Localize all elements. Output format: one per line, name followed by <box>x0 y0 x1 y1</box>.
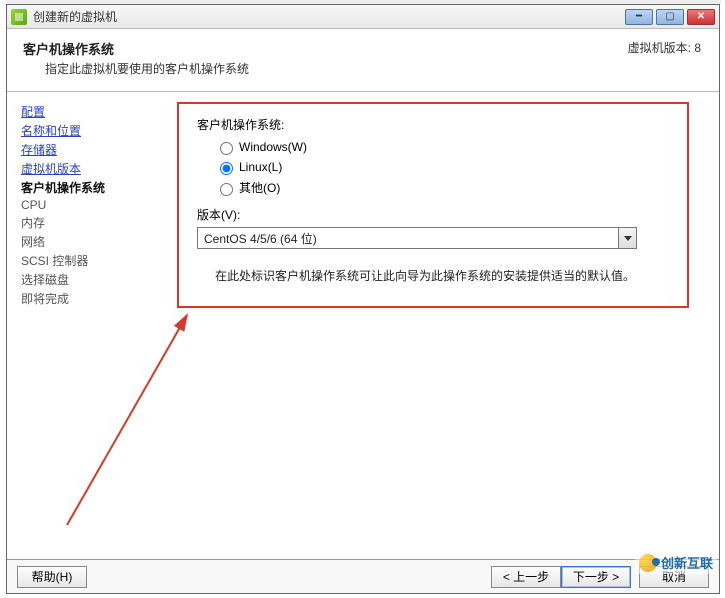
hint-text: 在此处标识客户机操作系统可让此向导为此操作系统的安装提供适当的默认值。 <box>197 267 669 284</box>
wizard-header: 客户机操作系统 指定此虚拟机要使用的客户机操作系统 虚拟机版本: 8 <box>7 29 719 85</box>
sidebar-item-guest-os: 客户机操作系统 <box>21 178 161 197</box>
back-button[interactable]: < 上一步 <box>491 566 561 588</box>
radio-windows-label: Windows(W) <box>239 140 307 154</box>
radio-linux-input[interactable] <box>220 162 233 175</box>
sidebar-item-name-location[interactable]: 名称和位置 <box>21 121 161 140</box>
chevron-down-icon[interactable] <box>618 228 636 248</box>
watermark-icon <box>639 554 657 572</box>
sidebar-item-vm-version[interactable]: 虚拟机版本 <box>21 159 161 178</box>
titlebar: 创建新的虚拟机 ━ ▢ ✕ <box>7 5 719 29</box>
sidebar-item-memory: 内存 <box>21 213 161 232</box>
wizard-main-pane: 客户机操作系统: Windows(W) Linux(L) 其他(O) 版本(V)… <box>167 92 719 552</box>
watermark-text: 创新互联 <box>661 553 713 572</box>
page-title: 客户机操作系统 <box>23 39 703 58</box>
vm-version-label: 虚拟机版本: 8 <box>628 39 701 56</box>
sidebar-item-scsi: SCSI 控制器 <box>21 251 161 270</box>
dialog-window: 创建新的虚拟机 ━ ▢ ✕ 客户机操作系统 指定此虚拟机要使用的客户机操作系统 … <box>6 4 720 594</box>
wizard-footer: 帮助(H) < 上一步 下一步 > 取消 <box>7 559 719 593</box>
sidebar-item-network: 网络 <box>21 232 161 251</box>
radio-other-label: 其他(O) <box>239 179 280 196</box>
radio-linux[interactable]: Linux(L) <box>215 159 665 175</box>
help-button[interactable]: 帮助(H) <box>17 566 87 588</box>
radio-other[interactable]: 其他(O) <box>215 179 665 196</box>
sidebar-item-cpu: CPU <box>21 197 161 213</box>
app-icon <box>11 9 27 25</box>
annotation-highlight-box: 客户机操作系统: Windows(W) Linux(L) 其他(O) 版本(V)… <box>177 102 689 308</box>
page-subtitle: 指定此虚拟机要使用的客户机操作系统 <box>45 60 703 77</box>
wizard-content: 配置 名称和位置 存储器 虚拟机版本 客户机操作系统 CPU 内存 网络 SCS… <box>7 92 719 552</box>
maximize-button[interactable]: ▢ <box>656 9 684 25</box>
sidebar-item-disk: 选择磁盘 <box>21 270 161 289</box>
radio-linux-label: Linux(L) <box>239 160 282 174</box>
next-button[interactable]: 下一步 > <box>561 566 631 588</box>
radio-other-input[interactable] <box>220 183 233 196</box>
version-select[interactable]: CentOS 4/5/6 (64 位) <box>197 227 637 249</box>
watermark: 创新互联 <box>635 551 717 574</box>
sidebar-item-config[interactable]: 配置 <box>21 102 161 121</box>
window-buttons: ━ ▢ ✕ <box>625 9 715 25</box>
close-button[interactable]: ✕ <box>687 9 715 25</box>
minimize-button[interactable]: ━ <box>625 9 653 25</box>
sidebar-item-ready: 即将完成 <box>21 289 161 308</box>
radio-windows-input[interactable] <box>220 142 233 155</box>
wizard-sidebar: 配置 名称和位置 存储器 虚拟机版本 客户机操作系统 CPU 内存 网络 SCS… <box>7 92 167 552</box>
sidebar-item-storage[interactable]: 存储器 <box>21 140 161 159</box>
version-label: 版本(V): <box>197 206 669 223</box>
version-select-value: CentOS 4/5/6 (64 位) <box>198 230 618 247</box>
radio-windows[interactable]: Windows(W) <box>215 139 665 155</box>
window-title: 创建新的虚拟机 <box>33 8 625 25</box>
guest-os-label: 客户机操作系统: <box>197 116 669 133</box>
